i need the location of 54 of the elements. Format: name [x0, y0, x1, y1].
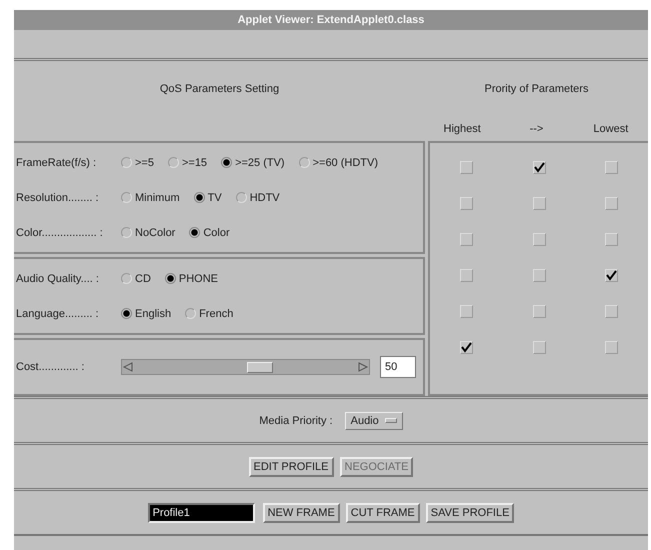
frame-button[interactable]: NEW FRAME: [262, 502, 340, 522]
field-label: FrameRate(f/s) :: [16, 156, 98, 168]
radio-icon[interactable]: [121, 192, 132, 203]
radio-option[interactable]: >=25 (TV): [221, 156, 285, 168]
radio-option[interactable]: >=5: [121, 156, 154, 168]
checkbox[interactable]: [460, 340, 473, 354]
checkbox[interactable]: [605, 268, 618, 282]
radio-icon[interactable]: [221, 157, 232, 168]
column-header: -->: [528, 123, 544, 135]
radio-icon[interactable]: [194, 192, 205, 203]
field-label: Language......... :: [16, 308, 100, 320]
field-label: Audio Quality.... :: [16, 272, 100, 284]
profile-name-field[interactable]: Profile1: [148, 502, 255, 522]
radio-icon[interactable]: [168, 157, 179, 168]
cost-field[interactable]: 50: [380, 356, 416, 378]
section-title: QoS Parameters Setting: [160, 83, 280, 95]
radio-option[interactable]: French: [185, 308, 234, 320]
media-dropdown[interactable]: Audio: [344, 412, 403, 430]
column-header: Lowest: [592, 123, 630, 135]
radio-option[interactable]: PHONE: [164, 272, 218, 284]
field-label: Color.................. :: [16, 226, 104, 238]
checkbox[interactable]: [532, 160, 546, 174]
radio-option[interactable]: TV: [194, 192, 222, 204]
radio-icon[interactable]: [236, 192, 247, 203]
profile-button[interactable]: EDIT PROFILE: [248, 456, 334, 476]
cost-slider[interactable]: [121, 359, 370, 375]
radio-option[interactable]: English: [121, 308, 172, 320]
window-title: Applet Viewer: ExtendApplet0.class: [14, 10, 648, 30]
section-title: Prority of Parameters: [484, 83, 588, 95]
dropdown-indicator-icon: [384, 418, 397, 423]
radio-icon[interactable]: [185, 308, 196, 319]
radio-icon[interactable]: [121, 273, 132, 284]
radio-option[interactable]: Color: [189, 226, 230, 238]
column-header: Highest: [442, 123, 482, 135]
left-arrow-icon[interactable]: [122, 361, 134, 373]
right-arrow-icon[interactable]: [357, 361, 369, 373]
frame-button[interactable]: SAVE PROFILE: [426, 502, 514, 522]
radio-icon[interactable]: [298, 157, 310, 168]
radio-icon[interactable]: [164, 273, 176, 284]
field-label: Resolution........ :: [16, 192, 100, 204]
radio-option[interactable]: CD: [121, 272, 151, 284]
radio-icon[interactable]: [121, 227, 132, 238]
field-label: Cost............. :: [16, 361, 86, 373]
field-label: Media Priority :: [259, 414, 333, 426]
radio-option[interactable]: HDTV: [236, 192, 280, 204]
radio-icon[interactable]: [121, 308, 132, 319]
frame-button[interactable]: CUT FRAME: [346, 502, 420, 522]
radio-option[interactable]: >=15: [168, 156, 208, 168]
radio-icon[interactable]: [189, 227, 200, 238]
slider-thumb[interactable]: [246, 362, 273, 373]
radio-icon[interactable]: [121, 157, 132, 168]
radio-option[interactable]: >=60 (HDTV): [298, 156, 378, 168]
radio-option[interactable]: Minimum: [121, 192, 180, 204]
radio-option[interactable]: NoColor: [121, 226, 176, 238]
